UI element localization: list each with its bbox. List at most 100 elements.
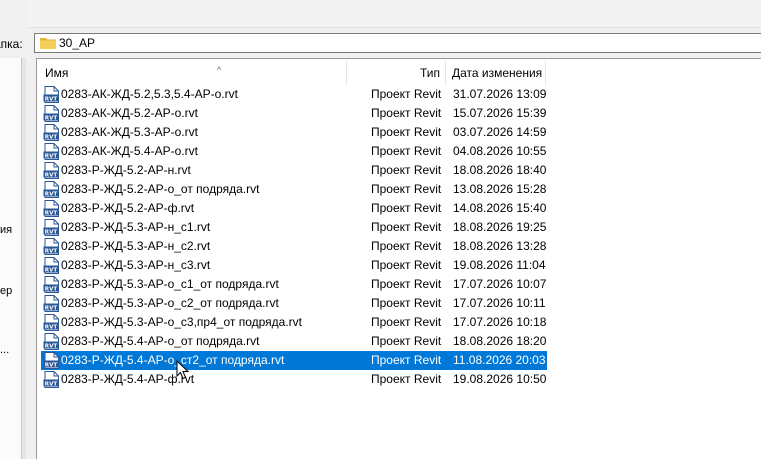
file-date: 04.08.2026 10:55 — [453, 144, 547, 158]
file-type: Проект Revit — [371, 258, 442, 272]
rvt-file-icon: RVT — [43, 371, 59, 388]
rvt-file-icon: RVT — [43, 162, 59, 179]
file-row[interactable]: RVT 0283-Р-ЖД-5.3-АР-н_с3.rvt Проект Revit… — [41, 256, 547, 275]
file-row[interactable]: RVT 0283-Р-ЖД-5.3-АР-н_с2.rvt Проект Revit… — [41, 237, 547, 256]
file-list-header: Имя ^ Тип Дата изменения — [37, 61, 761, 85]
file-date: 17.07.2026 10:18 — [453, 315, 547, 329]
file-type: Проект Revit — [371, 277, 442, 291]
file-type: Проект Revit — [371, 87, 442, 101]
file-row[interactable]: RVT 0283-Р-ЖД-5.4-АР-о_ст2_от подряда.rvt… — [41, 351, 547, 370]
file-row[interactable]: RVT 0283-АК-ЖД-5.3-АР-о.rvt Проект Revit 03… — [41, 123, 547, 142]
file-date: 03.07.2026 14:59 — [453, 125, 547, 139]
file-type: Проект Revit — [371, 125, 442, 139]
column-header-date[interactable]: Дата изменения — [446, 61, 546, 85]
file-row[interactable]: RVT 0283-Р-ЖД-5.4-АР-ф.rvt Проект Revit 19.… — [41, 370, 547, 389]
file-date: 11.08.2026 20:03 — [453, 353, 546, 367]
window-top-strip — [0, 0, 761, 28]
rvt-file-icon-label: RVT — [45, 134, 58, 140]
rvt-file-icon: RVT — [43, 105, 59, 122]
file-row[interactable]: RVT 0283-Р-ЖД-5.3-АР-о_с1_от подряда.rvt П… — [41, 275, 547, 294]
file-date: 18.08.2026 18:20 — [453, 334, 547, 348]
column-header-name-label: Имя — [45, 66, 69, 80]
file-type: Проект Revit — [371, 182, 442, 196]
file-type: Проект Revit — [371, 296, 442, 310]
sort-ascending-icon: ^ — [217, 65, 222, 75]
folder-combo[interactable]: 30_АР — [34, 33, 761, 53]
nav-item-2[interactable]: ер — [0, 285, 12, 297]
file-name: 0283-АК-ЖД-5.2-АР-о.rvt — [61, 106, 198, 120]
file-name: 0283-Р-ЖД-5.3-АР-н_с2.rvt — [61, 239, 211, 253]
file-type: Проект Revit — [371, 144, 442, 158]
rvt-file-icon-label: RVT — [45, 305, 58, 311]
rvt-file-icon-label: RVT — [45, 286, 58, 292]
rvt-file-icon-label: RVT — [45, 343, 58, 349]
rvt-file-icon: RVT — [43, 333, 59, 350]
file-row[interactable]: RVT 0283-Р-ЖД-5.2-АР-ф.rvt Проект Revit 14.… — [41, 199, 547, 218]
nav-item-3[interactable]: ... — [0, 344, 9, 356]
column-header-type[interactable]: Тип — [347, 61, 446, 85]
rvt-file-icon-label: RVT — [45, 267, 58, 273]
folder-icon — [40, 38, 56, 49]
file-name: 0283-АК-ЖД-5.2,5.3,5.4-АР-о.rvt — [61, 87, 238, 101]
file-row[interactable]: RVT 0283-Р-ЖД-5.2-АР-н.rvt Проект Revit 18.… — [41, 161, 547, 180]
file-row[interactable]: RVT 0283-Р-ЖД-5.3-АР-о_с2_от подряда.rvt П… — [41, 294, 547, 313]
rvt-file-icon-label: RVT — [45, 191, 58, 197]
file-date: 18.08.2026 13:28 — [453, 239, 547, 253]
navigation-pane-inner: ия ер ... — [0, 58, 22, 459]
file-date: 31.07.2026 13:09 — [453, 87, 547, 101]
navigation-pane-border — [22, 58, 26, 459]
column-header-name[interactable]: Имя ^ — [37, 61, 347, 85]
file-row[interactable]: RVT 0283-АК-ЖД-5.2,5.3,5.4-АР-о.rvt Проект… — [41, 85, 547, 104]
file-rows: RVT 0283-АК-ЖД-5.2,5.3,5.4-АР-о.rvt Проект… — [41, 85, 551, 389]
file-list[interactable]: Имя ^ Тип Дата изменения RVT 0283-АК-ЖД-5… — [36, 58, 761, 459]
file-date: 17.07.2026 10:07 — [453, 277, 547, 291]
rvt-file-icon: RVT — [43, 276, 59, 293]
file-name: 0283-Р-ЖД-5.3-АР-о_с2_от подряда.rvt — [61, 296, 279, 310]
file-name: 0283-Р-ЖД-5.2-АР-ф.rvt — [61, 201, 195, 215]
file-name: 0283-Р-ЖД-5.2-АР-н.rvt — [61, 163, 191, 177]
file-date: 15.07.2026 15:39 — [453, 106, 547, 120]
folder-label: апка: — [0, 37, 23, 51]
file-row[interactable]: RVT 0283-АК-ЖД-5.4-АР-о.rvt Проект Revit 04… — [41, 142, 547, 161]
file-date: 18.08.2026 18:40 — [453, 163, 547, 177]
rvt-file-icon-label: RVT — [45, 153, 58, 159]
rvt-file-icon: RVT — [43, 257, 59, 274]
mouse-cursor-icon — [176, 360, 190, 380]
navigation-pane[interactable]: ия ер ... — [0, 58, 26, 459]
file-name: 0283-Р-ЖД-5.4-АР-о_ст2_от подряда.rvt — [61, 353, 285, 367]
file-type: Проект Revit — [371, 315, 442, 329]
file-type: Проект Revit — [371, 201, 442, 215]
file-row[interactable]: RVT 0283-Р-ЖД-5.4-АР-о_от подряда.rvt Прое… — [41, 332, 547, 351]
rvt-file-icon: RVT — [43, 124, 59, 141]
rvt-file-icon: RVT — [43, 314, 59, 331]
file-date: 19.08.2026 11:04 — [453, 258, 546, 272]
file-name: 0283-Р-ЖД-5.3-АР-н_с1.rvt — [61, 220, 211, 234]
file-type: Проект Revit — [371, 353, 442, 367]
nav-item-1[interactable]: ия — [0, 224, 12, 236]
rvt-file-icon-label: RVT — [45, 248, 58, 254]
file-row[interactable]: RVT 0283-Р-ЖД-5.3-АР-о_с3,пр4_от подряда.… — [41, 313, 547, 332]
file-row[interactable]: RVT 0283-Р-ЖД-5.2-АР-о_от подряда.rvt Прое… — [41, 180, 547, 199]
rvt-file-icon-label: RVT — [45, 324, 58, 330]
rvt-file-icon: RVT — [43, 143, 59, 160]
file-date: 18.08.2026 19:25 — [453, 220, 547, 234]
rvt-file-icon-label: RVT — [45, 381, 58, 387]
file-type: Проект Revit — [371, 334, 442, 348]
rvt-file-icon-label: RVT — [45, 96, 58, 102]
file-name: 0283-АК-ЖД-5.4-АР-о.rvt — [61, 144, 198, 158]
rvt-file-icon: RVT — [43, 219, 59, 236]
file-row[interactable]: RVT 0283-АК-ЖД-5.2-АР-о.rvt Проект Revit 15… — [41, 104, 547, 123]
folder-name: 30_АР — [59, 36, 96, 50]
file-date: 14.08.2026 15:40 — [453, 201, 547, 215]
rvt-file-icon: RVT — [43, 295, 59, 312]
rvt-file-icon: RVT — [43, 238, 59, 255]
file-name: 0283-Р-ЖД-5.4-АР-о_от подряда.rvt — [61, 334, 260, 348]
file-date: 19.08.2026 10:50 — [453, 372, 547, 386]
file-name: 0283-Р-ЖД-5.3-АР-н_с3.rvt — [61, 258, 211, 272]
file-type: Проект Revit — [371, 220, 442, 234]
rvt-file-icon-label: RVT — [45, 172, 58, 178]
window-top-inner — [28, 0, 761, 28]
file-type: Проект Revit — [371, 163, 442, 177]
file-name: 0283-АК-ЖД-5.3-АР-о.rvt — [61, 125, 198, 139]
file-row[interactable]: RVT 0283-Р-ЖД-5.3-АР-н_с1.rvt Проект Revit… — [41, 218, 547, 237]
